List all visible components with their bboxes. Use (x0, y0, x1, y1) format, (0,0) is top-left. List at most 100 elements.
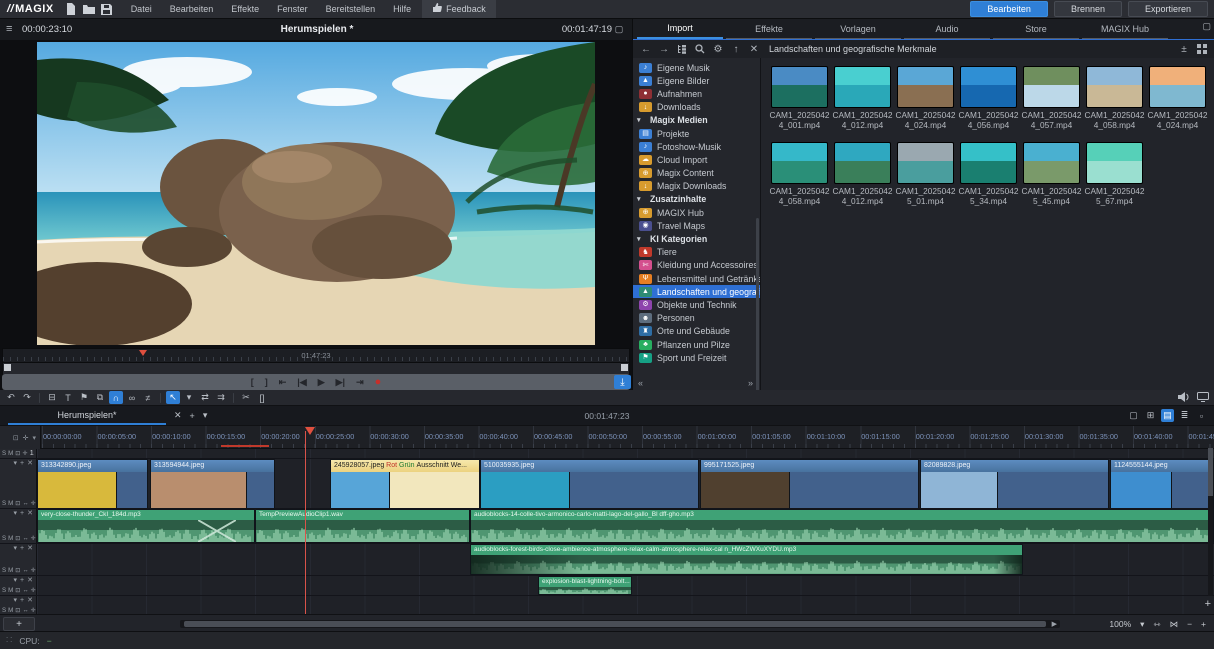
track-add-icon[interactable]: + (20, 545, 24, 553)
fit-project-icon[interactable]: ⇿ (1153, 619, 1160, 630)
delete-object-button[interactable]: ⊟ (45, 391, 59, 404)
fit-range-icon[interactable]: ⋈ (1170, 619, 1179, 630)
menu-hilfe[interactable]: Hilfe (384, 4, 420, 14)
media-file-item[interactable]: CAM1_20250424_056.mp4 (957, 66, 1020, 131)
scrub-handle-right[interactable] (621, 364, 628, 371)
sidebar-item-magix-downloads[interactable]: ↓Magix Downloads (633, 180, 760, 193)
ruler-options-icon[interactable]: ▾ (32, 434, 36, 442)
video-clip[interactable]: 1124555144.jpeg (1110, 459, 1214, 508)
mode-button-exportieren[interactable]: Exportieren (1128, 1, 1208, 17)
video-clip[interactable]: 313342890.jpeg (37, 459, 148, 508)
media-file-item[interactable]: CAM1_20250424_012.mp4 (831, 66, 894, 131)
up-level-icon[interactable]: ↑ (731, 44, 741, 55)
play-button[interactable]: ▶ (318, 378, 325, 387)
timeline-ruler[interactable]: 00:00:00:0000:00:05:0000:00:10:0000:00:1… (41, 426, 1214, 449)
playhead-handle[interactable] (305, 427, 315, 435)
tab-import[interactable]: Import (637, 20, 723, 39)
media-file-item[interactable]: CAM1_20250424_001.mp4 (768, 66, 831, 131)
open-project-icon[interactable] (81, 2, 97, 16)
new-project-tab-icon[interactable]: + (190, 411, 195, 421)
sidebar-item-tiere[interactable]: ♞Tiere (633, 246, 760, 259)
solo-button[interactable]: S (2, 607, 6, 614)
video-clip[interactable]: 245928057.jpeg Rot Grün Ausschnitt We... (330, 459, 480, 508)
track-close-icon[interactable]: ✕ (27, 577, 33, 585)
audio-clip[interactable]: audioblocks-forest-birds-close-ambience-… (470, 544, 1023, 575)
sidebar-item-kleidung-und-accessoires[interactable]: ✄Kleidung und Accessoires (633, 259, 760, 272)
search-icon[interactable] (695, 44, 705, 54)
panel-detach-icon[interactable]: ▢ (1202, 21, 1211, 32)
scrub-handle-left[interactable] (4, 364, 11, 371)
media-file-item[interactable]: CAM1_20250424_024.mp4 (1146, 66, 1209, 131)
tab-effekte[interactable]: Effekte (726, 21, 812, 39)
video-clip[interactable]: 510035935.jpeg (480, 459, 699, 508)
sidebar-item-cloud-import[interactable]: ☁Cloud Import (633, 153, 760, 166)
mode-button-bearbeiten[interactable]: Bearbeiten (970, 1, 1048, 17)
track-lock-icon[interactable]: ⊡ (15, 535, 20, 542)
save-project-icon[interactable] (99, 2, 115, 16)
track-header-4[interactable]: ▾+✕SM⊡↔✛4 (0, 544, 37, 575)
range-out-button[interactable]: ] (265, 378, 268, 387)
track-lock-icon[interactable]: ⊡ (15, 567, 20, 574)
media-file-item[interactable]: CAM1_20250425_34.mp4 (957, 142, 1020, 207)
mute-button[interactable]: M (8, 567, 13, 574)
sidebar-item-pflanzen-und-pilze[interactable]: ♣Pflanzen und Pilze (633, 338, 760, 351)
sidebar-scrollbar[interactable] (756, 218, 759, 393)
view-monitor-button[interactable]: ▢ (1127, 409, 1140, 422)
solo-button[interactable]: S (2, 567, 6, 574)
range-in-button[interactable]: [ (251, 378, 254, 387)
track-fx-icon[interactable]: ✛ (31, 567, 36, 574)
jump-start-button[interactable]: ⇤ (279, 378, 287, 387)
resize-thumbnails-icon[interactable]: ± (1179, 44, 1189, 55)
sidebar-item-orte-und-gebäude[interactable]: ♜Orte und Gebäude (633, 325, 760, 338)
view-timeline-button[interactable]: ▤ (1161, 409, 1174, 422)
zoom-in-button[interactable]: + (1201, 619, 1206, 629)
add-track-button[interactable]: + (3, 617, 35, 631)
menu-effekte[interactable]: Effekte (222, 4, 268, 14)
folder-tree-icon[interactable] (677, 44, 687, 54)
track-lane-5[interactable]: explosion-blast-lightning-bolt... (37, 576, 1214, 595)
sidebar-item-sport-und-freizeit[interactable]: ⚑Sport und Freizeit (633, 351, 760, 364)
media-file-item[interactable]: CAM1_20250424_024.mp4 (894, 66, 957, 131)
sidebar-item-eigene-bilder[interactable]: ▲Eigene Bilder (633, 74, 760, 87)
track-dropdown-icon[interactable]: ▾ (14, 460, 18, 468)
mode-button-brennen[interactable]: Brennen (1054, 1, 1122, 17)
project-tab[interactable]: Herumspielen* (8, 407, 166, 425)
tab-vorlagen[interactable]: Vorlagen (815, 21, 901, 39)
title-editor-button[interactable]: T (61, 391, 75, 404)
audio-clip[interactable]: TempPreviewAudioClip1.wav (255, 509, 470, 543)
sidebar-item-projekte[interactable]: ▤Projekte (633, 127, 760, 140)
sidebar-group-ki-kategorien[interactable]: ▾KI Kategorien (633, 232, 760, 245)
snap-magnet-button[interactable]: ∩ (109, 391, 123, 404)
preview-detach-icon[interactable]: ▢ (612, 24, 626, 35)
options-gear-icon[interactable]: ⚙ (713, 44, 723, 55)
mute-button[interactable]: M (8, 535, 13, 542)
sidebar-item-magix-content[interactable]: ⊕Magix Content (633, 167, 760, 180)
track-header-6[interactable]: ▾+✕SM⊡↔✛6 (0, 596, 37, 615)
redo-button[interactable]: ↷ (20, 391, 34, 404)
import-to-timeline-button[interactable]: ⤓ (614, 375, 631, 389)
track-size-icon[interactable]: ↔ (22, 607, 28, 614)
split-button[interactable]: ✂ (239, 391, 253, 404)
tab-magix-hub[interactable]: MAGIX Hub (1082, 21, 1168, 39)
track-close-icon[interactable]: ✕ (27, 460, 33, 468)
mute-button[interactable]: M (8, 607, 13, 614)
close-project-tab-icon[interactable]: ✕ (174, 410, 182, 421)
track-close-icon[interactable]: ✕ (27, 597, 33, 605)
track-lock-icon[interactable]: ⊡ (15, 500, 20, 507)
range-button[interactable]: [] (255, 391, 269, 404)
add-track-shortcut-icon[interactable]: + (1205, 598, 1211, 610)
video-clip[interactable]: 995171525.jpeg (700, 459, 919, 508)
track-fx-icon[interactable]: ✛ (31, 500, 36, 507)
jump-end-button[interactable]: ⇥ (356, 378, 364, 387)
pager-prev-button[interactable]: « (638, 378, 643, 388)
sidebar-item-personen[interactable]: ☻Personen (633, 312, 760, 325)
solo-button[interactable]: S (2, 587, 6, 594)
next-frame-button[interactable]: ▶| (336, 378, 345, 387)
preview-menu-icon[interactable]: ≡ (6, 23, 22, 35)
track-add-icon[interactable]: + (20, 597, 24, 605)
group-button[interactable]: ⧉ (93, 391, 107, 404)
sidebar-group-zusatzinhalte[interactable]: ▾Zusatzinhalte (633, 193, 760, 206)
sidebar-item-fotoshow-musik[interactable]: ♪Fotoshow-Musik (633, 140, 760, 153)
feedback-button[interactable]: Feedback (422, 0, 496, 18)
zoom-dropdown-icon[interactable]: ▾ (1140, 619, 1144, 630)
